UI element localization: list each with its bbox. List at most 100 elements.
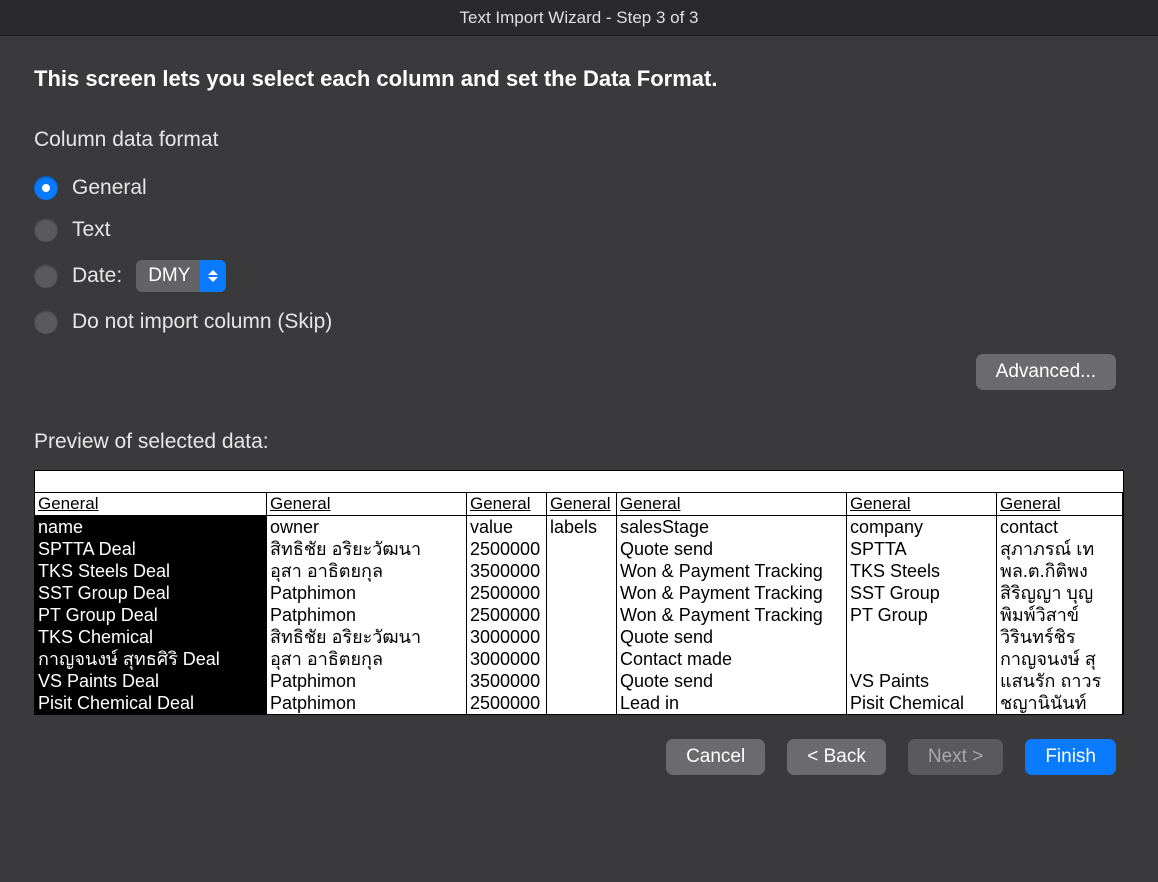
preview-cell[interactable]: 3000000 [467, 626, 547, 648]
preview-col-header[interactable]: General [997, 493, 1123, 516]
radio-date-label: Date: [72, 264, 122, 288]
radio-text-row[interactable]: Text [34, 218, 1124, 242]
date-order-select[interactable]: DMY [136, 260, 226, 292]
preview-cell[interactable] [547, 560, 617, 582]
preview-cell[interactable]: Contact made [617, 648, 847, 670]
preview-cell[interactable]: พิมพ์วิสาข์ [997, 604, 1123, 626]
preview-cell[interactable]: สิทธิชัย อริยะวัฒนา [267, 538, 467, 560]
preview-cell[interactable] [547, 670, 617, 692]
preview-cell[interactable]: owner [267, 516, 467, 538]
preview-cell[interactable]: กาญจนงษ์ สุทธศิริ Deal [35, 648, 267, 670]
chevron-updown-icon [200, 260, 226, 292]
preview-cell[interactable] [547, 626, 617, 648]
preview-cell[interactable]: 2500000 [467, 582, 547, 604]
dialog-content: This screen lets you select each column … [0, 36, 1158, 787]
page-heading: This screen lets you select each column … [34, 66, 1124, 92]
preview-cell[interactable]: สุภาภรณ์ เท [997, 538, 1123, 560]
preview-cell[interactable]: อุสา อาธิตยกุล [267, 560, 467, 582]
preview-cell[interactable]: VS Paints [847, 670, 997, 692]
preview-cell[interactable]: 2500000 [467, 538, 547, 560]
preview-cell[interactable]: Patphimon [267, 692, 467, 714]
preview-cell[interactable]: วิรินทร์ชิร [997, 626, 1123, 648]
preview-cell[interactable] [547, 692, 617, 714]
preview-grid[interactable]: GeneralGeneralGeneralGeneralGeneralGener… [35, 493, 1123, 714]
column-format-radio-group: General Text Date: DMY Do not import col… [34, 176, 1124, 334]
preview-cell[interactable] [847, 626, 997, 648]
preview-col-header[interactable]: General [547, 493, 617, 516]
preview-cell[interactable]: labels [547, 516, 617, 538]
radio-skip-label: Do not import column (Skip) [72, 310, 332, 334]
radio-general[interactable] [34, 176, 58, 200]
preview-cell[interactable]: Quote send [617, 670, 847, 692]
preview-cell[interactable] [547, 648, 617, 670]
preview-ruler [35, 471, 1123, 493]
preview-cell[interactable]: พล.ต.กิติพง [997, 560, 1123, 582]
preview-cell[interactable]: แสนรัก ถาวร [997, 670, 1123, 692]
button-bar: Cancel < Back Next > Finish [34, 739, 1124, 775]
preview-cell[interactable]: TKS Steels Deal [35, 560, 267, 582]
preview-cell[interactable]: Won & Payment Tracking [617, 560, 847, 582]
preview-box[interactable]: GeneralGeneralGeneralGeneralGeneralGener… [34, 470, 1124, 715]
cancel-button[interactable]: Cancel [666, 739, 765, 775]
preview-cell[interactable] [847, 648, 997, 670]
radio-general-row[interactable]: General [34, 176, 1124, 200]
radio-general-label: General [72, 176, 147, 200]
preview-cell[interactable]: TKS Chemical [35, 626, 267, 648]
preview-cell[interactable]: Patphimon [267, 670, 467, 692]
preview-cell[interactable]: 2500000 [467, 604, 547, 626]
preview-cell[interactable]: สิทธิชัย อริยะวัฒนา [267, 626, 467, 648]
preview-cell[interactable]: Quote send [617, 626, 847, 648]
preview-cell[interactable]: PT Group [847, 604, 997, 626]
preview-col-header[interactable]: General [617, 493, 847, 516]
preview-cell[interactable]: value [467, 516, 547, 538]
preview-col-header[interactable]: General [267, 493, 467, 516]
preview-col-header[interactable]: General [35, 493, 267, 516]
advanced-button[interactable]: Advanced... [976, 354, 1116, 390]
preview-cell[interactable]: กาญจนงษ์ สุ [997, 648, 1123, 670]
preview-cell[interactable]: TKS Steels [847, 560, 997, 582]
format-section-label: Column data format [34, 128, 1124, 152]
preview-cell[interactable]: Patphimon [267, 604, 467, 626]
preview-cell[interactable]: company [847, 516, 997, 538]
finish-button[interactable]: Finish [1025, 739, 1116, 775]
preview-cell[interactable]: Pisit Chemical Deal [35, 692, 267, 714]
preview-col-header[interactable]: General [467, 493, 547, 516]
radio-text-label: Text [72, 218, 111, 242]
preview-cell[interactable]: salesStage [617, 516, 847, 538]
radio-text[interactable] [34, 218, 58, 242]
date-order-value: DMY [136, 265, 200, 287]
preview-cell[interactable]: Pisit Chemical [847, 692, 997, 714]
preview-cell[interactable]: Won & Payment Tracking [617, 604, 847, 626]
preview-cell[interactable]: อุสา อาธิตยกุล [267, 648, 467, 670]
preview-cell[interactable]: VS Paints Deal [35, 670, 267, 692]
preview-cell[interactable]: SST Group [847, 582, 997, 604]
preview-cell[interactable]: ชญานินันท์ [997, 692, 1123, 714]
preview-cell[interactable]: 3000000 [467, 648, 547, 670]
preview-cell[interactable]: SPTTA Deal [35, 538, 267, 560]
preview-cell[interactable]: name [35, 516, 267, 538]
preview-cell[interactable]: SPTTA [847, 538, 997, 560]
next-button: Next > [908, 739, 1003, 775]
preview-cell[interactable] [547, 538, 617, 560]
preview-cell[interactable]: 2500000 [467, 692, 547, 714]
preview-cell[interactable]: Patphimon [267, 582, 467, 604]
titlebar: Text Import Wizard - Step 3 of 3 [0, 0, 1158, 36]
preview-cell[interactable]: Won & Payment Tracking [617, 582, 847, 604]
preview-cell[interactable]: สิริญญา บุญ [997, 582, 1123, 604]
preview-cell[interactable]: PT Group Deal [35, 604, 267, 626]
preview-cell[interactable] [547, 582, 617, 604]
preview-cell[interactable]: Lead in [617, 692, 847, 714]
radio-date[interactable] [34, 264, 58, 288]
radio-date-row[interactable]: Date: DMY [34, 260, 1124, 292]
radio-skip[interactable] [34, 310, 58, 334]
preview-cell[interactable]: contact [997, 516, 1123, 538]
preview-cell[interactable]: 3500000 [467, 560, 547, 582]
preview-cell[interactable]: Quote send [617, 538, 847, 560]
radio-skip-row[interactable]: Do not import column (Skip) [34, 310, 1124, 334]
preview-col-header[interactable]: General [847, 493, 997, 516]
preview-cell[interactable]: 3500000 [467, 670, 547, 692]
preview-cell[interactable]: SST Group Deal [35, 582, 267, 604]
back-button[interactable]: < Back [787, 739, 886, 775]
preview-cell[interactable] [547, 604, 617, 626]
preview-label: Preview of selected data: [34, 430, 1124, 454]
